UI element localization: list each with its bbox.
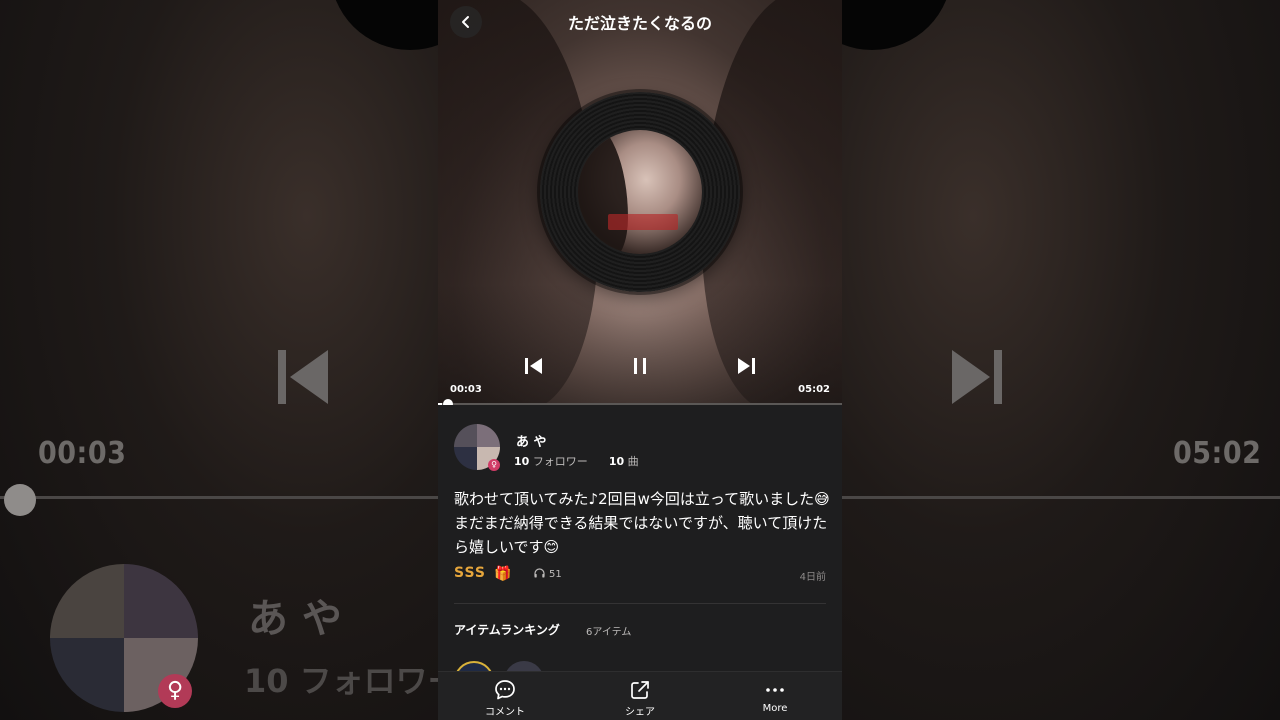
background-current-time: 00:03 (38, 436, 127, 471)
background-total-time: 05:02 (1173, 436, 1262, 471)
skip-next-button[interactable] (734, 354, 758, 378)
total-time: 05:02 (798, 384, 830, 395)
post-meta: SSS 🎁 51 4日前 (454, 565, 826, 585)
background-progress-track (842, 496, 1280, 499)
background-skip-previous-icon (278, 350, 328, 404)
background-blur-left: 00:03 ♀ あ や 10 フォロワー (0, 0, 438, 720)
skip-previous-button[interactable] (522, 354, 546, 378)
headphones-icon (534, 568, 545, 578)
background-skip-next-icon (952, 350, 1002, 404)
background-disc (842, 0, 952, 50)
more-dots-icon (766, 688, 784, 692)
more-tab[interactable]: More (708, 672, 842, 720)
score-rank-badge: SSS (454, 565, 486, 581)
background-progress-track (0, 496, 438, 499)
pause-button[interactable] (628, 354, 652, 378)
comment-tab[interactable]: コメント (438, 672, 572, 720)
album-art-stamp (608, 214, 678, 230)
background-blur-right: 05:02 (842, 0, 1280, 720)
listen-count-value: 51 (549, 569, 562, 580)
listen-count: 51 (534, 568, 562, 580)
cover-shade (438, 284, 842, 404)
item-ranking-title[interactable]: アイテムランキング (454, 621, 560, 638)
post-details: ♀ あ や 10 フォロワー 10 曲 歌わせて頂いてみた♪2回目w今回は立って… (438, 405, 842, 701)
comment-bubble-icon (495, 680, 515, 700)
user-stats: 10 フォロワー 10 曲 (514, 453, 639, 469)
player-screen: ただ泣きたくなるの 00:03 05:02 ♀ あ や 10 フォロワー 10 … (438, 0, 842, 720)
posted-time: 4日前 (799, 572, 826, 583)
album-art (578, 130, 702, 254)
background-follower-line: 10 フォロワー (244, 662, 438, 700)
more-label: More (762, 703, 788, 714)
user-name[interactable]: あ や (516, 431, 547, 450)
share-tab[interactable]: シェア (573, 672, 707, 720)
current-time: 00:03 (450, 384, 482, 395)
background-user-name: あ や (248, 596, 342, 642)
share-icon (631, 681, 649, 699)
vinyl-disc (540, 92, 740, 292)
app-stage: 00:03 ♀ あ や 10 フォロワー 05:02 ただ泣きたくなるの (0, 0, 1280, 720)
followers-count: 10 (514, 455, 530, 468)
gift-icon[interactable]: 🎁 (494, 566, 511, 582)
background-progress-knob (4, 484, 36, 516)
bottom-tab-bar: コメント シェア More (438, 671, 842, 720)
background-disc (330, 0, 438, 50)
divider (454, 603, 826, 604)
item-ranking-count: 6アイテム (586, 627, 632, 638)
album-art-hair (578, 130, 628, 254)
comment-label: コメント (485, 707, 525, 718)
female-icon: ♀ (488, 459, 500, 471)
songs-count: 10 (608, 455, 625, 468)
song-title: ただ泣きたくなるの (567, 14, 712, 33)
songs-label: 曲 (627, 455, 639, 468)
background-gender-icon: ♀ (158, 674, 192, 708)
share-label: シェア (625, 707, 655, 718)
post-description: 歌わせて頂いてみた♪2回目w今回は立って歌いました😅まだまだ納得できる結果ではな… (454, 490, 830, 556)
followers-label: フォロワー (532, 455, 588, 468)
